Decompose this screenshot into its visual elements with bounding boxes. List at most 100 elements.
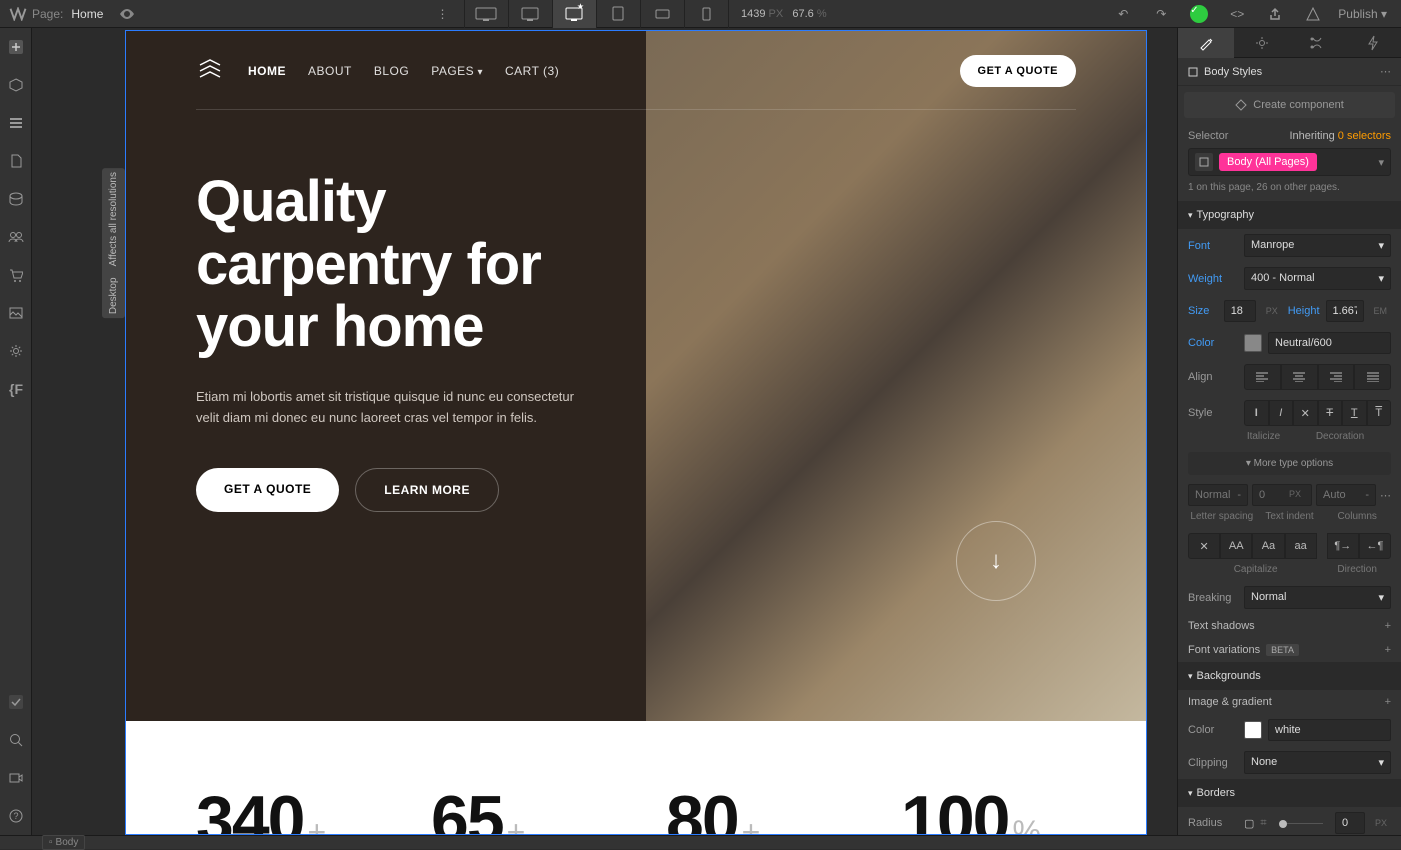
more-type-options[interactable]: ▾ More type options xyxy=(1188,452,1391,475)
hero-heading[interactable]: Quality carpentry for your home xyxy=(196,171,645,359)
breakpoint-tablet[interactable] xyxy=(597,0,641,28)
publish-button[interactable]: Publish ▾ xyxy=(1332,7,1393,21)
decoration-underline-button[interactable]: T xyxy=(1342,400,1367,426)
hero-section[interactable]: HOME ABOUT BLOG PAGES CART (3) GET A QUO… xyxy=(126,31,1146,721)
color-input[interactable]: Neutral/600 xyxy=(1268,332,1391,354)
clipping-select[interactable]: None▾ xyxy=(1244,751,1391,774)
capitalize-title-button[interactable]: Aa xyxy=(1252,533,1284,559)
bg-color-swatch[interactable] xyxy=(1244,721,1262,739)
share-icon[interactable] xyxy=(1256,0,1294,28)
hero-paragraph[interactable]: Etiam mi lobortis amet sit tristique qui… xyxy=(196,387,576,429)
size-input[interactable] xyxy=(1224,300,1256,322)
radius-mode-uniform-icon[interactable]: ▢ xyxy=(1244,817,1254,830)
columns-input[interactable]: Auto- xyxy=(1316,484,1376,506)
undo-button[interactable]: ↶ xyxy=(1104,0,1142,28)
typography-header[interactable]: Typography xyxy=(1178,201,1401,229)
letter-spacing-input[interactable]: Normal- xyxy=(1188,484,1248,506)
canvas-width[interactable]: 1439 xyxy=(741,8,765,20)
align-right-button[interactable] xyxy=(1318,364,1355,390)
breakpoint-mobile-landscape[interactable] xyxy=(641,0,685,28)
add-shadow-icon[interactable]: + xyxy=(1385,620,1391,632)
align-justify-button[interactable] xyxy=(1354,364,1391,390)
breaking-select[interactable]: Normal▾ xyxy=(1244,586,1391,609)
capitalize-upper-button[interactable]: AA xyxy=(1220,533,1252,559)
page-name[interactable]: Home xyxy=(71,7,103,21)
decoration-none-button[interactable]: ✕ xyxy=(1293,400,1318,426)
direction-ltr-button[interactable]: ¶→ xyxy=(1327,533,1359,559)
stat-item[interactable]: 340+ xyxy=(196,781,371,834)
breakpoint-desktop-base[interactable]: ★ xyxy=(553,0,597,28)
borders-header[interactable]: Borders xyxy=(1178,779,1401,807)
style-manager-tab-icon[interactable] xyxy=(1290,28,1346,58)
radius-input[interactable] xyxy=(1335,812,1365,834)
size-unit[interactable]: PX xyxy=(1262,306,1282,316)
text-shadows-row[interactable]: Text shadows + xyxy=(1178,614,1401,638)
image-gradient-row[interactable]: Image & gradient + xyxy=(1178,690,1401,714)
site-logo[interactable] xyxy=(196,57,224,85)
stats-section[interactable]: 340+ 65+ 80+ 100% xyxy=(126,721,1146,834)
status-ok-icon[interactable]: ✓ xyxy=(1180,0,1218,28)
radius-unit[interactable]: PX xyxy=(1371,818,1391,828)
add-variation-icon[interactable]: + xyxy=(1385,644,1391,656)
hero-navbar[interactable]: HOME ABOUT BLOG PAGES CART (3) GET A QUO… xyxy=(126,31,1146,111)
panel-menu-icon[interactable]: ⋯ xyxy=(1380,65,1391,78)
font-select[interactable]: Manrope▾ xyxy=(1244,234,1391,257)
font-variations-row[interactable]: Font variationsBETA + xyxy=(1178,638,1401,662)
code-export-icon[interactable]: <> xyxy=(1218,0,1256,28)
preview-icon[interactable] xyxy=(119,8,135,20)
users-icon[interactable] xyxy=(0,218,32,256)
align-center-button[interactable] xyxy=(1281,364,1318,390)
hero-learn-button[interactable]: LEARN MORE xyxy=(355,468,499,512)
radius-mode-individual-icon[interactable]: ⌗ xyxy=(1260,817,1266,830)
selector-tag[interactable]: Body (All Pages) xyxy=(1219,153,1317,171)
logo-icon[interactable] xyxy=(8,4,28,24)
page-body[interactable]: HOME ABOUT BLOG PAGES CART (3) GET A QUO… xyxy=(126,31,1146,834)
align-left-button[interactable] xyxy=(1244,364,1281,390)
color-swatch[interactable] xyxy=(1244,334,1262,352)
navigator-icon[interactable] xyxy=(0,104,32,142)
nav-home[interactable]: HOME xyxy=(248,64,286,78)
ecommerce-icon[interactable] xyxy=(0,256,32,294)
stat-item[interactable]: 65+ xyxy=(431,781,606,834)
capitalize-none-button[interactable]: ✕ xyxy=(1188,533,1220,559)
variables-icon[interactable]: {F xyxy=(0,370,32,408)
assets-icon[interactable] xyxy=(0,294,32,332)
nav-cart[interactable]: CART (3) xyxy=(505,64,559,78)
scroll-down-icon[interactable]: ↓ xyxy=(956,521,1036,601)
audit-check-icon[interactable] xyxy=(0,683,32,721)
breadcrumb[interactable]: ▫Body xyxy=(42,835,85,850)
interactions-tab-icon[interactable] xyxy=(1345,28,1401,58)
capitalize-lower-button[interactable]: aa xyxy=(1285,533,1317,559)
decoration-overline-button[interactable]: T xyxy=(1367,400,1392,426)
add-element-icon[interactable] xyxy=(0,28,32,66)
settings-icon[interactable] xyxy=(0,332,32,370)
radius-slider[interactable] xyxy=(1279,823,1323,824)
cms-icon[interactable] xyxy=(0,180,32,218)
style-tab-icon[interactable] xyxy=(1178,28,1234,58)
bg-color-input[interactable]: white xyxy=(1268,719,1391,741)
backgrounds-header[interactable]: Backgrounds xyxy=(1178,662,1401,690)
direction-rtl-button[interactable]: ←¶ xyxy=(1359,533,1391,559)
italic-regular-button[interactable]: I xyxy=(1244,400,1269,426)
canvas-frame[interactable]: Body HOME ABOUT BLOG PAGES CART (3) xyxy=(125,30,1147,835)
settings-tab-icon[interactable] xyxy=(1234,28,1290,58)
symbols-icon[interactable] xyxy=(0,66,32,104)
hero-quote-button[interactable]: GET A QUOTE xyxy=(196,468,339,512)
weight-select[interactable]: 400 - Normal▾ xyxy=(1244,267,1391,290)
inheriting-info[interactable]: Inheriting 0 selectors xyxy=(1289,130,1391,142)
columns-more-icon[interactable]: ⋯ xyxy=(1380,489,1391,502)
create-component-button[interactable]: Create component xyxy=(1184,92,1395,118)
nav-quote-button[interactable]: GET A QUOTE xyxy=(960,55,1076,87)
search-icon[interactable] xyxy=(0,721,32,759)
video-icon[interactable] xyxy=(0,759,32,797)
stat-item[interactable]: 100% xyxy=(901,781,1076,834)
selector-state-icon[interactable] xyxy=(1195,153,1213,171)
breakpoint-mobile-portrait[interactable] xyxy=(685,0,729,28)
stat-item[interactable]: 80+ xyxy=(666,781,841,834)
audit-icon[interactable] xyxy=(1294,0,1332,28)
height-input[interactable] xyxy=(1326,300,1364,322)
redo-button[interactable]: ↷ xyxy=(1142,0,1180,28)
pages-icon[interactable] xyxy=(0,142,32,180)
decoration-strike-button[interactable]: T xyxy=(1318,400,1343,426)
add-bg-icon[interactable]: + xyxy=(1385,696,1391,708)
